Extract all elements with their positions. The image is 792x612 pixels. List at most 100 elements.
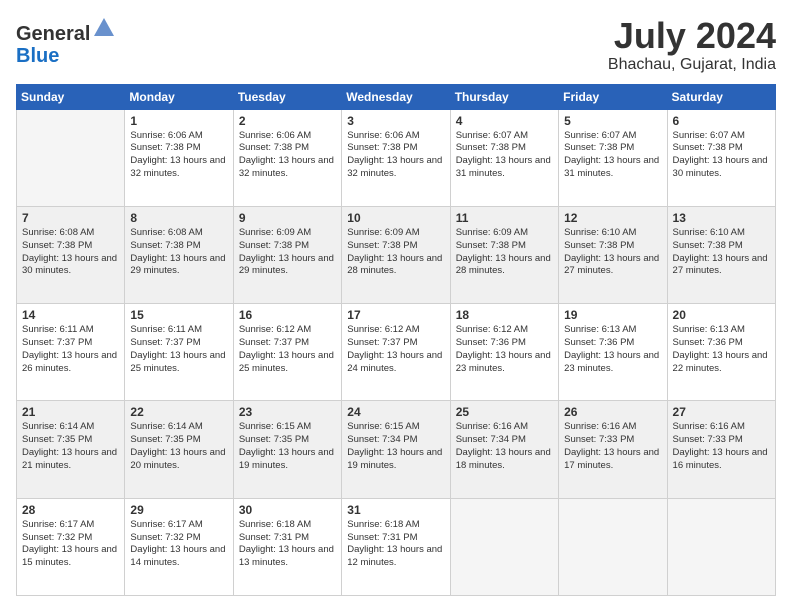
- day-number: 13: [673, 211, 770, 225]
- table-row: 22 Sunrise: 6:14 AMSunset: 7:35 PMDayligh…: [125, 401, 233, 498]
- calendar-week-row: 28 Sunrise: 6:17 AMSunset: 7:32 PMDayligh…: [17, 498, 776, 595]
- day-number: 2: [239, 114, 336, 128]
- table-row: 15Sunrise: 6:11 AMSunset: 7:37 PMDayligh…: [125, 304, 233, 401]
- day-number: 10: [347, 211, 444, 225]
- day-info: Sunrise: 6:06 AMSunset: 7:38 PMDaylight:…: [130, 130, 227, 181]
- table-row: 26Sunrise: 6:16 AMSunset: 7:33 PMDayligh…: [559, 401, 667, 498]
- table-row: 17 Sunrise: 6:12 AMSunset: 7:37 PMDayligh…: [342, 304, 450, 401]
- table-row: 28 Sunrise: 6:17 AMSunset: 7:32 PMDayligh…: [17, 498, 125, 595]
- table-row: 23Sunrise: 6:15 AMSunset: 7:35 PMDayligh…: [233, 401, 341, 498]
- day-info: Sunrise: 6:08 AMSunset: 7:38 PMDaylight:…: [22, 227, 119, 278]
- day-info: Sunrise: 6:15 AMSunset: 7:35 PMDaylight:…: [239, 421, 336, 472]
- table-row: 8 Sunrise: 6:08 AMSunset: 7:38 PMDaylight…: [125, 206, 233, 303]
- calendar-week-row: 7 Sunrise: 6:08 AMSunset: 7:38 PMDaylight…: [17, 206, 776, 303]
- day-number: 16: [239, 308, 336, 322]
- day-number: 14: [22, 308, 119, 322]
- table-row: 16Sunrise: 6:12 AMSunset: 7:37 PMDayligh…: [233, 304, 341, 401]
- day-number: 30: [239, 503, 336, 517]
- day-info: Sunrise: 6:18 AMSunset: 7:31 PMDaylight:…: [347, 519, 444, 570]
- table-row: 24 Sunrise: 6:15 AMSunset: 7:34 PMDayligh…: [342, 401, 450, 498]
- day-number: 6: [673, 114, 770, 128]
- day-info: Sunrise: 6:11 AMSunset: 7:37 PMDaylight:…: [22, 324, 119, 375]
- table-row: 7 Sunrise: 6:08 AMSunset: 7:38 PMDaylight…: [17, 206, 125, 303]
- day-number: 24: [347, 405, 444, 419]
- table-row: 31 Sunrise: 6:18 AMSunset: 7:31 PMDayligh…: [342, 498, 450, 595]
- day-info: Sunrise: 6:14 AMSunset: 7:35 PMDaylight:…: [130, 421, 227, 472]
- day-number: 29: [130, 503, 227, 517]
- day-number: 4: [456, 114, 553, 128]
- day-number: 21: [22, 405, 119, 419]
- day-info: Sunrise: 6:16 AMSunset: 7:33 PMDaylight:…: [673, 421, 770, 472]
- day-info: Sunrise: 6:12 AMSunset: 7:37 PMDaylight:…: [347, 324, 444, 375]
- table-row: 30 Sunrise: 6:18 AMSunset: 7:31 PMDayligh…: [233, 498, 341, 595]
- table-row: 10 Sunrise: 6:09 AMSunset: 7:38 PMDayligh…: [342, 206, 450, 303]
- day-number: 27: [673, 405, 770, 419]
- col-friday: Friday: [559, 84, 667, 109]
- calendar-week-row: 14 Sunrise: 6:11 AMSunset: 7:37 PMDayligh…: [17, 304, 776, 401]
- day-info: Sunrise: 6:10 AMSunset: 7:38 PMDaylight:…: [564, 227, 661, 278]
- table-row: 4 Sunrise: 6:07 AMSunset: 7:38 PMDaylight…: [450, 109, 558, 206]
- page: General Blue July 2024 Bhachau, Gujarat,…: [0, 0, 792, 612]
- col-thursday: Thursday: [450, 84, 558, 109]
- day-number: 22: [130, 405, 227, 419]
- table-row: 20 Sunrise: 6:13 AMSunset: 7:36 PMDayligh…: [667, 304, 775, 401]
- day-number: 18: [456, 308, 553, 322]
- day-info: Sunrise: 6:07 AMSunset: 7:38 PMDaylight:…: [673, 130, 770, 181]
- day-info: Sunrise: 6:07 AMSunset: 7:38 PMDaylight:…: [456, 130, 553, 181]
- col-monday: Monday: [125, 84, 233, 109]
- day-number: 8: [130, 211, 227, 225]
- day-number: 1: [130, 114, 227, 128]
- table-row: 21Sunrise: 6:14 AMSunset: 7:35 PMDayligh…: [17, 401, 125, 498]
- table-row: 3Sunrise: 6:06 AMSunset: 7:38 PMDaylight…: [342, 109, 450, 206]
- day-number: 19: [564, 308, 661, 322]
- day-info: Sunrise: 6:12 AMSunset: 7:36 PMDaylight:…: [456, 324, 553, 375]
- table-row: 18 Sunrise: 6:12 AMSunset: 7:36 PMDayligh…: [450, 304, 558, 401]
- table-row: 27 Sunrise: 6:16 AMSunset: 7:33 PMDayligh…: [667, 401, 775, 498]
- day-info: Sunrise: 6:15 AMSunset: 7:34 PMDaylight:…: [347, 421, 444, 472]
- day-number: 5: [564, 114, 661, 128]
- day-info: Sunrise: 6:10 AMSunset: 7:38 PMDaylight:…: [673, 227, 770, 278]
- day-number: 11: [456, 211, 553, 225]
- table-row: [559, 498, 667, 595]
- month-title: July 2024: [608, 16, 776, 56]
- table-row: 9Sunrise: 6:09 AMSunset: 7:38 PMDaylight…: [233, 206, 341, 303]
- day-number: 15: [130, 308, 227, 322]
- day-info: Sunrise: 6:06 AMSunset: 7:38 PMDaylight:…: [239, 130, 336, 181]
- day-info: Sunrise: 6:07 AMSunset: 7:38 PMDaylight:…: [564, 130, 661, 181]
- table-row: [667, 498, 775, 595]
- day-info: Sunrise: 6:18 AMSunset: 7:31 PMDaylight:…: [239, 519, 336, 570]
- title-block: July 2024 Bhachau, Gujarat, India: [608, 16, 776, 74]
- day-info: Sunrise: 6:13 AMSunset: 7:36 PMDaylight:…: [564, 324, 661, 375]
- table-row: 11Sunrise: 6:09 AMSunset: 7:38 PMDayligh…: [450, 206, 558, 303]
- table-row: [17, 109, 125, 206]
- col-tuesday: Tuesday: [233, 84, 341, 109]
- table-row: 6 Sunrise: 6:07 AMSunset: 7:38 PMDaylight…: [667, 109, 775, 206]
- table-row: 1 Sunrise: 6:06 AMSunset: 7:38 PMDaylight…: [125, 109, 233, 206]
- day-info: Sunrise: 6:17 AMSunset: 7:32 PMDaylight:…: [22, 519, 119, 570]
- table-row: 2 Sunrise: 6:06 AMSunset: 7:38 PMDaylight…: [233, 109, 341, 206]
- header: General Blue July 2024 Bhachau, Gujarat,…: [16, 16, 776, 74]
- day-number: 20: [673, 308, 770, 322]
- day-number: 12: [564, 211, 661, 225]
- day-info: Sunrise: 6:09 AMSunset: 7:38 PMDaylight:…: [347, 227, 444, 278]
- logo-general: General: [16, 23, 90, 45]
- table-row: 14 Sunrise: 6:11 AMSunset: 7:37 PMDayligh…: [17, 304, 125, 401]
- location: Bhachau, Gujarat, India: [608, 56, 776, 74]
- day-number: 28: [22, 503, 119, 517]
- table-row: 13 Sunrise: 6:10 AMSunset: 7:38 PMDayligh…: [667, 206, 775, 303]
- day-info: Sunrise: 6:13 AMSunset: 7:36 PMDaylight:…: [673, 324, 770, 375]
- calendar-week-row: 1 Sunrise: 6:06 AMSunset: 7:38 PMDaylight…: [17, 109, 776, 206]
- table-row: 25Sunrise: 6:16 AMSunset: 7:34 PMDayligh…: [450, 401, 558, 498]
- day-number: 26: [564, 405, 661, 419]
- day-number: 31: [347, 503, 444, 517]
- day-info: Sunrise: 6:16 AMSunset: 7:34 PMDaylight:…: [456, 421, 553, 472]
- table-row: 12 Sunrise: 6:10 AMSunset: 7:38 PMDayligh…: [559, 206, 667, 303]
- calendar-header-row: Sunday Monday Tuesday Wednesday Thursday…: [17, 84, 776, 109]
- day-info: Sunrise: 6:09 AMSunset: 7:38 PMDaylight:…: [239, 227, 336, 278]
- col-wednesday: Wednesday: [342, 84, 450, 109]
- day-info: Sunrise: 6:08 AMSunset: 7:38 PMDaylight:…: [130, 227, 227, 278]
- table-row: 19 Sunrise: 6:13 AMSunset: 7:36 PMDayligh…: [559, 304, 667, 401]
- day-number: 7: [22, 211, 119, 225]
- col-saturday: Saturday: [667, 84, 775, 109]
- day-number: 17: [347, 308, 444, 322]
